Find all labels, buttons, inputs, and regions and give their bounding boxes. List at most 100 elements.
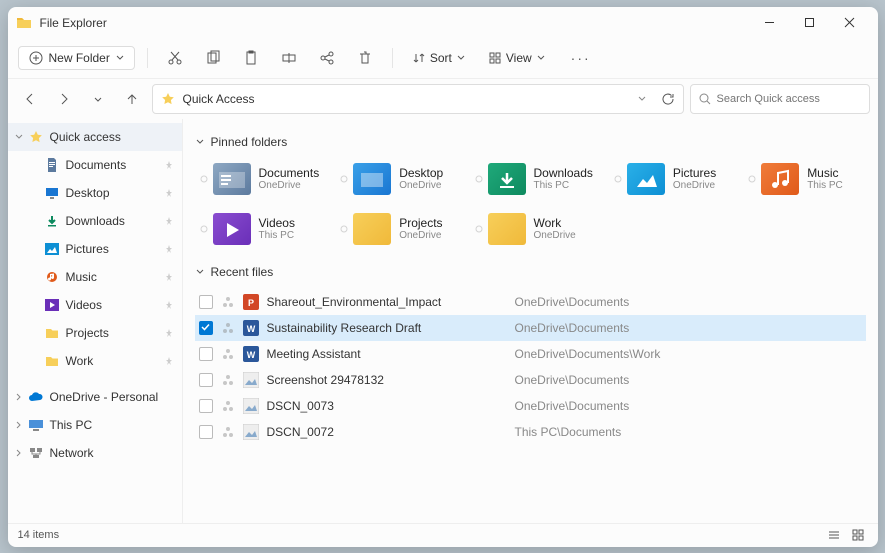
folder-icon xyxy=(761,163,799,195)
sort-label: Sort xyxy=(430,51,452,65)
file-location: OneDrive\Documents xyxy=(515,295,630,309)
close-button[interactable] xyxy=(830,9,870,37)
app-icon xyxy=(16,15,32,31)
file-row[interactable]: W Meeting Assistant OneDrive\Documents\W… xyxy=(195,341,866,367)
sidebar-item-work[interactable]: Work xyxy=(8,347,182,375)
folder-location: This PC xyxy=(807,180,843,191)
file-location: OneDrive\Documents xyxy=(515,321,630,335)
checkbox[interactable] xyxy=(199,399,213,413)
pinned-folder-work[interactable]: Work OneDrive xyxy=(470,209,597,249)
checkbox[interactable] xyxy=(199,321,213,335)
pin-icon xyxy=(339,174,349,184)
file-row[interactable]: DSCN_0072 This PC\Documents xyxy=(195,419,866,445)
forward-button[interactable] xyxy=(50,85,78,113)
view-toggle xyxy=(824,525,868,545)
sidebar-this-pc[interactable]: This PC xyxy=(8,411,182,439)
file-row[interactable]: DSCN_0073 OneDrive\Documents xyxy=(195,393,866,419)
content-area: Pinned folders Documents OneDrive Deskto… xyxy=(183,119,878,523)
file-location: This PC\Documents xyxy=(515,425,622,439)
new-folder-button[interactable]: New Folder xyxy=(18,46,135,70)
pinned-folder-documents[interactable]: Documents OneDrive xyxy=(195,159,324,199)
pin-icon xyxy=(474,174,484,184)
checkbox[interactable] xyxy=(199,347,213,361)
document-icon xyxy=(44,157,60,173)
search-box[interactable] xyxy=(690,84,870,114)
pin-icon xyxy=(164,300,174,310)
chevron-down-icon xyxy=(195,267,205,277)
cut-button[interactable] xyxy=(160,43,190,73)
svg-text:W: W xyxy=(246,350,255,360)
recent-button[interactable] xyxy=(84,85,112,113)
sidebar-item-music[interactable]: Music xyxy=(8,263,182,291)
separator xyxy=(392,48,393,68)
star-icon xyxy=(161,92,175,106)
sidebar-quick-access[interactable]: Quick access xyxy=(8,123,182,151)
folder-location: OneDrive xyxy=(399,230,442,241)
status-bar: 14 items xyxy=(8,523,878,547)
share-status-icon xyxy=(221,295,235,309)
share-status-icon xyxy=(221,373,235,387)
chevron-down-icon xyxy=(457,54,465,62)
address-bar[interactable]: Quick Access xyxy=(152,84,684,114)
file-row[interactable]: W Sustainability Research Draft OneDrive… xyxy=(195,315,866,341)
pin-icon xyxy=(164,272,174,282)
maximize-button[interactable] xyxy=(790,9,830,37)
sort-button[interactable]: Sort xyxy=(405,47,473,69)
chevron-down-icon[interactable] xyxy=(637,94,647,104)
pinned-folder-projects[interactable]: Projects OneDrive xyxy=(335,209,457,249)
file-row[interactable]: Screenshot 29478132 OneDrive\Documents xyxy=(195,367,866,393)
search-input[interactable] xyxy=(717,93,861,105)
details-view-button[interactable] xyxy=(824,525,844,545)
pin-icon xyxy=(164,244,174,254)
sidebar-network[interactable]: Network xyxy=(8,439,182,467)
pinned-folder-pictures[interactable]: Pictures OneDrive xyxy=(609,159,731,199)
file-type-icon xyxy=(243,398,259,414)
file-row[interactable]: P Shareout_Environmental_Impact OneDrive… xyxy=(195,289,866,315)
file-name: DSCN_0072 xyxy=(267,425,507,439)
share-status-icon xyxy=(221,399,235,413)
desktop-icon xyxy=(44,185,60,201)
minimize-button[interactable] xyxy=(750,9,790,37)
refresh-button[interactable] xyxy=(661,92,675,106)
pinned-folder-music[interactable]: Music This PC xyxy=(743,159,865,199)
pin-icon xyxy=(164,356,174,366)
delete-button[interactable] xyxy=(350,43,380,73)
back-button[interactable] xyxy=(16,85,44,113)
more-button[interactable]: ··· xyxy=(561,50,601,66)
pinned-folder-downloads[interactable]: Downloads This PC xyxy=(470,159,597,199)
folder-location: This PC xyxy=(259,230,295,241)
sidebar-item-videos[interactable]: Videos xyxy=(8,291,182,319)
sidebar-onedrive[interactable]: OneDrive - Personal xyxy=(8,383,182,411)
pinned-folder-desktop[interactable]: Desktop OneDrive xyxy=(335,159,457,199)
recent-section-header[interactable]: Recent files xyxy=(195,265,866,279)
file-type-icon xyxy=(243,372,259,388)
folder-icon xyxy=(44,353,60,369)
folder-location: OneDrive xyxy=(399,180,443,191)
folder-name: Videos xyxy=(259,216,295,230)
folder-name: Projects xyxy=(399,216,442,230)
pin-icon xyxy=(474,224,484,234)
folder-location: This PC xyxy=(534,180,593,191)
rename-button[interactable] xyxy=(274,43,304,73)
sidebar-item-downloads[interactable]: Downloads xyxy=(8,207,182,235)
paste-button[interactable] xyxy=(236,43,266,73)
folder-icon xyxy=(488,213,526,245)
icons-view-button[interactable] xyxy=(848,525,868,545)
view-button[interactable]: View xyxy=(481,47,553,69)
share-button[interactable] xyxy=(312,43,342,73)
sidebar-item-desktop[interactable]: Desktop xyxy=(8,179,182,207)
checkbox[interactable] xyxy=(199,295,213,309)
up-button[interactable] xyxy=(118,85,146,113)
window-title: File Explorer xyxy=(40,16,750,30)
copy-button[interactable] xyxy=(198,43,228,73)
address-text: Quick Access xyxy=(183,92,629,106)
file-name: DSCN_0073 xyxy=(267,399,507,413)
sidebar-item-pictures[interactable]: Pictures xyxy=(8,235,182,263)
window-controls xyxy=(750,9,870,37)
sidebar-item-documents[interactable]: Documents xyxy=(8,151,182,179)
pinned-folder-videos[interactable]: Videos This PC xyxy=(195,209,324,249)
sidebar-item-projects[interactable]: Projects xyxy=(8,319,182,347)
checkbox[interactable] xyxy=(199,425,213,439)
checkbox[interactable] xyxy=(199,373,213,387)
pinned-section-header[interactable]: Pinned folders xyxy=(195,135,866,149)
